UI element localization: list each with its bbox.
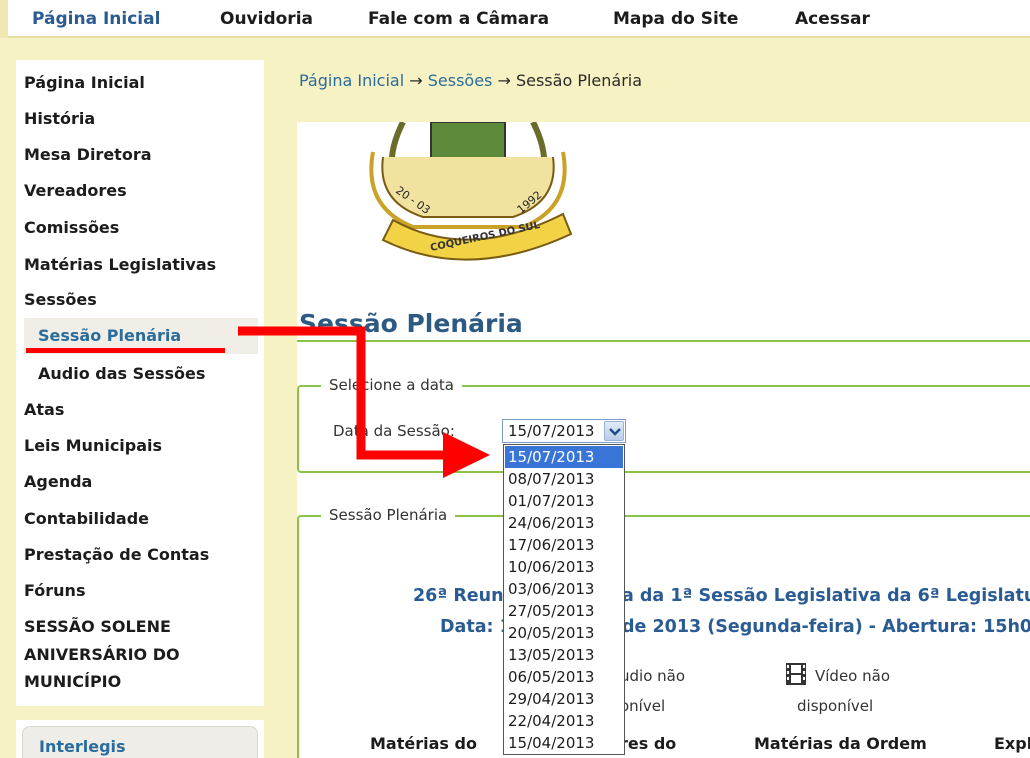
film-icon [786,663,806,685]
breadcrumb-sessions[interactable]: Sessões [428,71,493,90]
breadcrumb-current: Sessão Plenária [515,71,643,90]
sidebar-item-session-audio[interactable]: Audio das Sessões [38,363,205,385]
date-option[interactable]: 17/06/2013 [505,534,623,556]
date-option[interactable]: 08/07/2013 [505,468,623,490]
sidebar-item-committees[interactable]: Comissões [24,217,119,239]
date-option[interactable]: 15/04/2013 [505,732,623,754]
sidebar-item-solemn-session-3[interactable]: MUNICÍPIO [24,668,121,695]
column-header-oradores: res do [620,734,677,753]
topnav-ouvidoria[interactable]: Ouvidoria [220,9,313,29]
annotation-red-underline [26,348,225,353]
page-title: Sessão Plenária [299,309,523,338]
title-divider [297,340,1030,342]
breadcrumb-home[interactable]: Página Inicial [299,71,404,90]
top-navigation: Página Inicial Ouvidoria Fale com a Câma… [0,0,1030,38]
chevron-down-icon [609,428,621,436]
session-date-line-part2: de 2013 (Segunda-feira) - Abertura: 15h0… [622,617,1030,637]
breadcrumb-separator: → [404,71,428,90]
topnav-contact[interactable]: Fale com a Câmara [368,9,549,29]
session-title-part2: a da 1ª Sessão Legislativa da 6ª Legisla… [622,586,1030,606]
sidebar-item-agenda[interactable]: Agenda [24,471,92,493]
city-emblem-icon: 20 - 03 1992 COQUEIROS DO SUL [369,122,573,261]
date-option[interactable]: 24/06/2013 [505,512,623,534]
sidebar-item-accountability[interactable]: Prestação de Contas [24,544,209,566]
interlegis-tab[interactable]: Interlegis [22,726,258,758]
sidebar-item-minutes[interactable]: Atas [24,399,64,421]
column-header-ordem-do-dia: Matérias da Ordem [754,734,927,753]
sidebar-item-councilors[interactable]: Vereadores [24,180,127,202]
topnav-left-bar [0,0,8,38]
sidebar-interlegis-box: Interlegis [16,720,264,758]
date-option[interactable]: 01/07/2013 [505,490,623,512]
sidebar-item-legislative-matters[interactable]: Matérias Legislativas [24,254,216,276]
sidebar-item-accounting[interactable]: Contabilidade [24,508,149,530]
date-option[interactable]: 29/04/2013 [505,688,623,710]
date-option[interactable]: 27/05/2013 [505,600,623,622]
main-content: 20 - 03 1992 COQUEIROS DO SUL Sessão Ple… [297,122,1030,758]
topnav-home[interactable]: Página Inicial [32,9,160,29]
date-select-legend: Selecione a data [321,376,462,394]
video-unavailable-2: disponível [797,697,874,715]
session-date-line-part1: Data: 1 [440,617,512,637]
sidebar-item-municipal-laws[interactable]: Leis Municipais [24,435,162,457]
video-unavailable-1: Vídeo não [815,667,890,685]
session-date-label: Data da Sessão: [333,422,455,440]
column-header-materias-do: Matérias do [370,734,477,753]
topnav-login[interactable]: Acessar [795,9,870,29]
sidebar-item-solemn-session-2[interactable]: ANIVERSÁRIO DO [24,641,180,668]
sidebar: Página Inicial História Mesa Diretora Ve… [16,60,264,706]
date-option[interactable]: 15/07/2013 [505,446,623,468]
audio-unavailable-1: udio não [620,667,686,685]
plenary-session-legend: Sessão Plenária [321,506,456,524]
date-option[interactable]: 20/05/2013 [505,622,623,644]
column-header-explicacoes: Expl [994,734,1030,753]
sidebar-item-solemn-session-1[interactable]: SESSÃO SOLENE [24,613,171,640]
session-title-part1: 26ª Reuni [413,586,510,606]
interlegis-label: Interlegis [39,737,126,756]
dropdown-arrow[interactable] [604,421,624,441]
sidebar-item-sessions[interactable]: Sessões [24,289,97,311]
breadcrumb: Página Inicial → Sessões → Sessão Plenár… [299,71,642,90]
audio-unavailable-2: onível [620,697,666,715]
sidebar-item-plenary-session[interactable]: Sessão Plenária [38,325,181,347]
sidebar-item-history[interactable]: História [24,108,95,130]
session-date-value: 15/07/2013 [508,422,595,440]
date-option[interactable]: 22/04/2013 [505,710,623,732]
date-option[interactable]: 06/05/2013 [505,666,623,688]
sidebar-item-home[interactable]: Página Inicial [24,72,145,94]
session-date-dropdown-list[interactable]: 15/07/2013 08/07/2013 01/07/2013 24/06/2… [503,444,625,755]
date-option[interactable]: 03/06/2013 [505,578,623,600]
session-date-select[interactable]: 15/07/2013 [502,419,626,443]
date-option[interactable]: 10/06/2013 [505,556,623,578]
sidebar-item-board[interactable]: Mesa Diretora [24,144,152,166]
date-option[interactable]: 13/05/2013 [505,644,623,666]
sidebar-item-forums[interactable]: Fóruns [24,580,85,602]
breadcrumb-separator: → [492,71,516,90]
topnav-sitemap[interactable]: Mapa do Site [613,9,738,29]
